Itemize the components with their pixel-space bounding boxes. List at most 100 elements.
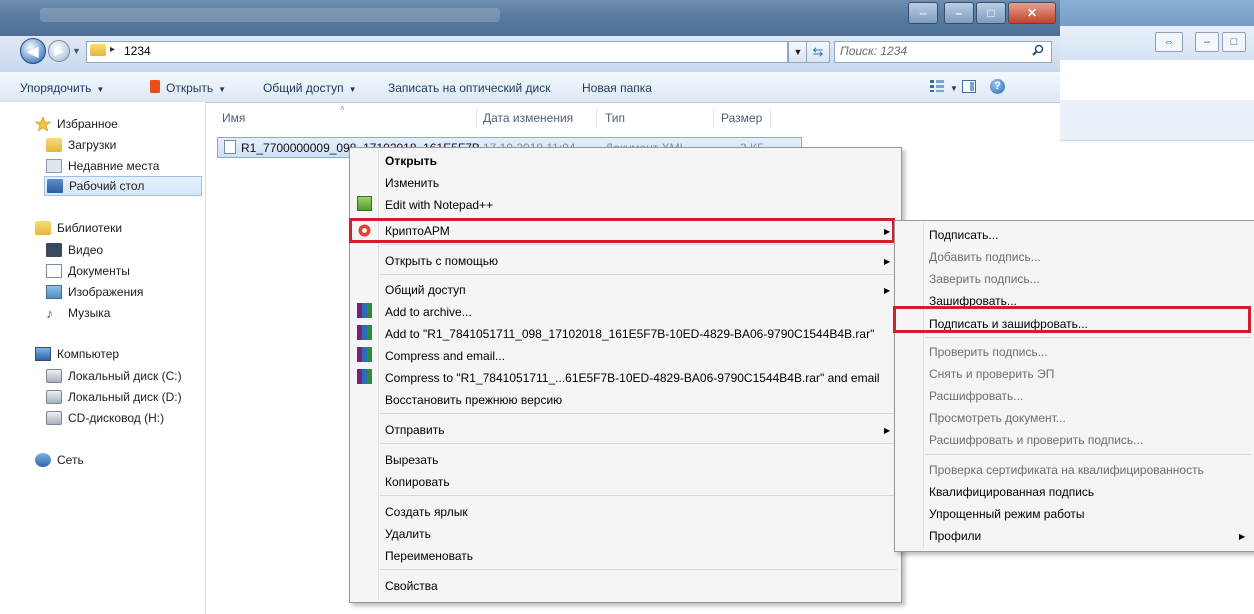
folder-icon: [90, 44, 106, 56]
menu-item-add-to-rar[interactable]: Add to "R1_7841051711_098_17102018_161E5…: [385, 327, 874, 341]
column-header-size[interactable]: Размер: [721, 111, 762, 125]
submenu-item-view-doc[interactable]: Просмотреть документ...: [929, 411, 1066, 425]
network-icon: [35, 453, 51, 467]
menu-item-compress-rar-email[interactable]: Compress to "R1_7841051711_...61E5F7B-10…: [385, 371, 880, 385]
address-dropdown-button[interactable]: ▼: [788, 41, 808, 63]
close-button[interactable]: ✕: [1008, 2, 1056, 24]
desktop-icon: [47, 179, 63, 193]
column-header-name[interactable]: Имя: [222, 111, 245, 125]
refresh-button[interactable]: ⇆: [806, 41, 830, 63]
column-header-type[interactable]: Тип: [605, 111, 625, 125]
cryptoarm-submenu: Подписать... Добавить подпись... Заверит…: [894, 220, 1254, 552]
drive-icon: [46, 390, 62, 404]
nav-video[interactable]: Видео: [46, 240, 103, 260]
nav-desktop[interactable]: Рабочий стол: [44, 176, 202, 196]
open-button[interactable]: Открыть ▼: [166, 81, 226, 95]
menu-separator: [380, 569, 897, 570]
maximize-button[interactable]: □: [976, 2, 1006, 24]
nav-label: Локальный диск (C:): [68, 369, 182, 383]
column-divider[interactable]: [596, 108, 597, 128]
nav-label: Компьютер: [57, 347, 120, 361]
background-window-resize-icon[interactable]: ⇔: [1155, 32, 1183, 52]
submenu-item-decrypt-verify[interactable]: Расшифровать и проверить подпись...: [929, 433, 1143, 447]
column-divider[interactable]: [713, 108, 714, 128]
background-window-maximize-button[interactable]: □: [1222, 32, 1246, 52]
nav-disk-d[interactable]: Локальный диск (D:): [46, 387, 182, 407]
nav-network[interactable]: Сеть: [35, 450, 84, 470]
nav-label: Загрузки: [68, 138, 117, 152]
menu-item-create-shortcut[interactable]: Создать ярлык: [385, 505, 468, 519]
submenu-item-sign[interactable]: Подписать...: [929, 228, 998, 242]
view-dropdown-icon[interactable]: ▼: [950, 84, 958, 93]
history-dropdown-icon[interactable]: ▼: [72, 46, 81, 56]
menu-separator: [380, 495, 897, 496]
snap-icon[interactable]: ⇔: [908, 2, 938, 24]
nav-computer[interactable]: Компьютер: [35, 344, 119, 364]
nav-favorites[interactable]: Избранное: [34, 114, 118, 134]
menu-item-edit[interactable]: Изменить: [385, 176, 439, 190]
submenu-item-qualified[interactable]: Квалифицированная подпись: [929, 485, 1094, 499]
nav-disk-c[interactable]: Локальный диск (C:): [46, 366, 182, 386]
submenu-item-verify[interactable]: Проверить подпись...: [929, 345, 1048, 359]
burn-button[interactable]: Записать на оптический диск: [388, 81, 551, 95]
menu-item-send-to[interactable]: Отправить: [385, 423, 445, 437]
back-button[interactable]: ◀: [20, 38, 46, 64]
submenu-item-remove-verify[interactable]: Снять и проверить ЭП: [929, 367, 1054, 381]
menu-item-notepad[interactable]: Edit with Notepad++: [385, 198, 493, 212]
downloads-folder-icon: [46, 138, 62, 152]
background-window-minimize-button[interactable]: –: [1195, 32, 1219, 52]
winrar-icon: [357, 325, 372, 340]
forward-button[interactable]: ▶: [48, 40, 70, 62]
nav-label: Рабочий стол: [69, 179, 145, 193]
menu-item-open[interactable]: Открыть: [385, 154, 437, 168]
xml-file-icon: [224, 140, 236, 154]
drive-icon: [46, 369, 62, 383]
nav-images[interactable]: Изображения: [46, 282, 143, 302]
office-icon: [150, 80, 160, 93]
breadcrumb-chevron-icon[interactable]: ▸: [110, 44, 115, 55]
nav-cd-drive[interactable]: CD-дисковод (H:): [46, 408, 164, 428]
sort-indicator-icon: ˄: [340, 104, 345, 113]
menu-item-compress-email[interactable]: Compress and email...: [385, 349, 505, 363]
menu-item-rename[interactable]: Переименовать: [385, 549, 473, 563]
nav-music[interactable]: ♪ Музыка: [46, 303, 110, 323]
nav-documents[interactable]: Документы: [46, 261, 130, 281]
share-button[interactable]: Общий доступ ▼: [263, 81, 357, 95]
menu-item-share[interactable]: Общий доступ: [385, 283, 466, 297]
new-folder-button[interactable]: Новая папка: [582, 81, 652, 95]
preview-pane-icon[interactable]: [962, 80, 976, 93]
menu-item-properties[interactable]: Свойства: [385, 579, 438, 593]
menu-item-add-archive[interactable]: Add to archive...: [385, 305, 472, 319]
view-options-icon[interactable]: [930, 80, 944, 92]
minimize-button[interactable]: –: [944, 2, 974, 24]
menu-item-copy[interactable]: Копировать: [385, 475, 450, 489]
recent-places-icon: [46, 159, 62, 173]
winrar-icon: [357, 369, 372, 384]
nav-libraries[interactable]: Библиотеки: [35, 218, 122, 238]
nav-label: Документы: [68, 264, 130, 278]
submenu-item-profiles[interactable]: Профили: [929, 529, 981, 543]
menu-separator: [380, 274, 897, 275]
address-bar[interactable]: [86, 41, 788, 63]
menu-item-open-with[interactable]: Открыть с помощью: [385, 254, 498, 268]
search-icon[interactable]: [1032, 44, 1044, 56]
column-divider[interactable]: [476, 108, 477, 128]
organize-button[interactable]: Упорядочить ▼: [20, 81, 104, 95]
nav-downloads[interactable]: Загрузки: [46, 135, 116, 155]
column-divider[interactable]: [770, 108, 771, 128]
menu-item-delete[interactable]: Удалить: [385, 527, 431, 541]
submenu-item-add-sign[interactable]: Добавить подпись...: [929, 250, 1041, 264]
menu-gutter: [923, 223, 924, 549]
help-icon[interactable]: ?: [990, 79, 1005, 94]
column-header-date[interactable]: Дата изменения: [483, 111, 573, 125]
submenu-item-simple-mode[interactable]: Упрощенный режим работы: [929, 507, 1085, 521]
submenu-item-check-cert[interactable]: Проверка сертификата на квалифицированно…: [929, 463, 1204, 477]
breadcrumb-current[interactable]: 1234: [124, 44, 151, 58]
menu-separator: [380, 244, 897, 245]
submenu-item-certify[interactable]: Заверить подпись...: [929, 272, 1040, 286]
nav-label: Локальный диск (D:): [68, 390, 182, 404]
menu-item-restore[interactable]: Восстановить прежнюю версию: [385, 393, 562, 407]
submenu-item-decrypt[interactable]: Расшифровать...: [929, 389, 1023, 403]
nav-recent[interactable]: Недавние места: [46, 156, 159, 176]
menu-item-cut[interactable]: Вырезать: [385, 453, 438, 467]
